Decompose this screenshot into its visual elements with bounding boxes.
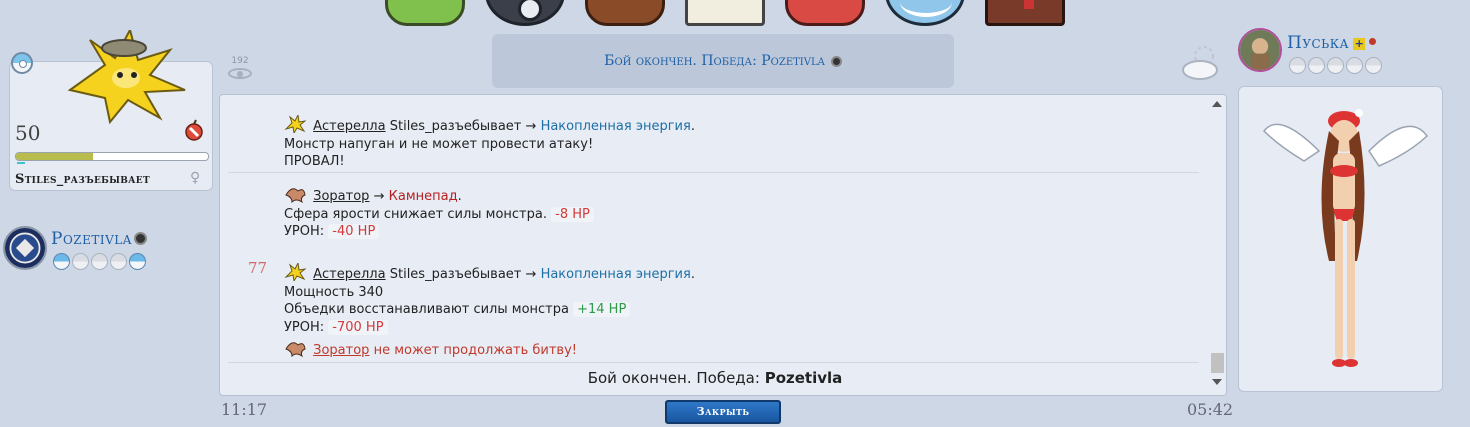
scroll-down-icon[interactable] [1212, 379, 1222, 385]
period: . [690, 267, 695, 282]
attacker-name: Stiles_разъебывает [389, 119, 522, 134]
battle-log-footer: Бой окончен. Победа: Pozetivla [220, 369, 1210, 387]
log-line: не может продолжать битву! [373, 343, 577, 358]
team-slot-empty-icon [72, 253, 89, 270]
player-avatar[interactable] [3, 226, 47, 270]
close-button[interactable]: Закрыть [665, 400, 781, 424]
timer-left: 11:17 [221, 400, 268, 419]
viewers-counter: 192 [227, 56, 253, 79]
log-line: Монстр напуган и не может провести атаку… [284, 136, 594, 152]
monster-link[interactable]: Астерелла [313, 267, 385, 282]
dark-type-badge-icon [133, 232, 147, 245]
team-slot-empty-icon [110, 253, 127, 270]
opponent-monster-sprite [1263, 109, 1428, 367]
shop-icon[interactable] [785, 0, 865, 26]
monster-link[interactable]: Зоратор [313, 189, 369, 204]
team-slot-empty-icon [91, 253, 108, 270]
arrow: → [525, 267, 537, 282]
asterella-icon [284, 263, 306, 281]
log-entry: Астерелла Stiles_разъебывает → Накопленн… [284, 263, 695, 336]
move-name: Накопленная энергия [540, 119, 691, 134]
scroll-thumb[interactable] [1211, 353, 1224, 373]
team-slot-empty-icon [1327, 57, 1344, 74]
viewers-count: 192 [231, 56, 249, 66]
monster-hp-fill [16, 153, 93, 160]
team-slot-empty-icon [1289, 57, 1306, 74]
battle-result-header: Бой окончен. Победа: Pozetivla [492, 34, 954, 88]
period: . [457, 189, 462, 204]
log-line: Объедки восстанавливают силы монстра [284, 302, 569, 317]
battle-log[interactable]: 77 Астерелла Stiles_разъебывает → Накопл… [219, 94, 1227, 396]
attacker-name: Stiles_разъебывает [389, 267, 522, 282]
zorator-icon [285, 188, 306, 203]
opponent-name[interactable]: Пуська [1287, 33, 1349, 53]
asterella-icon [284, 115, 306, 133]
online-status-icon [1369, 38, 1377, 45]
team-slot-active-icon [53, 253, 70, 270]
monster-link[interactable]: Астерелла [313, 119, 385, 134]
caught-pokeball-icon [11, 52, 33, 74]
timer-right: 05:42 [1187, 400, 1234, 419]
weather-cloud-icon [1182, 46, 1218, 80]
eye-icon [228, 68, 252, 79]
female-gender-icon: ♀ [190, 170, 201, 186]
team-slot-empty-icon [1308, 57, 1325, 74]
opponent-monster-card [1238, 86, 1443, 392]
hp-change: -700 HP [328, 319, 388, 335]
monster-hp-bar [15, 152, 209, 161]
arrow: → [525, 119, 537, 134]
team-slot-empty-icon [1365, 57, 1382, 74]
log-divider [228, 362, 1199, 363]
pokeball-icon[interactable] [485, 0, 565, 26]
monster-name: Stiles_разъебывает [15, 172, 150, 187]
log-line: ПРОВАЛ! [284, 154, 345, 169]
footer-prefix: Бой окончен. Победа: [587, 369, 760, 387]
dark-type-badge-icon [830, 55, 842, 67]
hp-change: +14 HP [573, 302, 631, 317]
monster-level: 50 [15, 121, 41, 145]
team-slot-active-icon [129, 253, 146, 270]
move-name: Камнепад [388, 189, 458, 204]
log-entry: Зоратор → Камнепад. Сфера ярости снижает… [284, 185, 594, 241]
held-item-leftovers-icon [185, 119, 203, 141]
move-name: Накопленная энергия [540, 267, 691, 282]
zorator-icon [285, 342, 306, 357]
player-team [53, 253, 148, 274]
winner-name: Pozetivla [764, 369, 843, 387]
monster-exp-bar [17, 162, 25, 164]
arrow: → [373, 189, 385, 204]
trainer-card-icon[interactable] [985, 0, 1065, 26]
mail-icon[interactable] [685, 0, 765, 26]
player-name[interactable]: Pozetivla [51, 229, 132, 249]
opponent-avatar[interactable] [1238, 28, 1282, 72]
team-slot-empty-icon [1346, 57, 1363, 74]
backpack-icon[interactable] [585, 0, 665, 26]
battle-result-title: Бой окончен. Победа: Pozetivla [604, 53, 825, 69]
log-entry: Астерелла Stiles_разъебывает → Накопленн… [284, 115, 695, 171]
opponent-name-row: Пуська + [1287, 33, 1377, 53]
log-scrollbar[interactable] [1209, 95, 1226, 395]
monster-sprite-asterella [67, 30, 186, 125]
premium-plus-icon: + [1353, 37, 1366, 50]
opponent-team [1289, 57, 1384, 78]
monster-link[interactable]: Зоратор [313, 343, 369, 358]
damage-label: УРОН: [284, 319, 325, 335]
damage-label: УРОН: [284, 224, 325, 239]
log-divider [228, 172, 1199, 173]
hp-change: -40 HP [328, 224, 380, 239]
hp-change: -8 HP [551, 206, 594, 222]
log-line: Сфера ярости снижает силы монстра. [284, 206, 547, 222]
scroll-up-icon[interactable] [1212, 101, 1222, 107]
turn-number: 77 [248, 259, 268, 277]
log-line: Мощность 340 [284, 284, 384, 300]
pokedex-icon[interactable] [385, 0, 465, 26]
player-name-row: Pozetivla [51, 229, 147, 249]
map-icon[interactable] [885, 0, 965, 26]
log-entry: Зоратор не может продолжать битву! [284, 339, 577, 360]
period: . [690, 119, 695, 134]
